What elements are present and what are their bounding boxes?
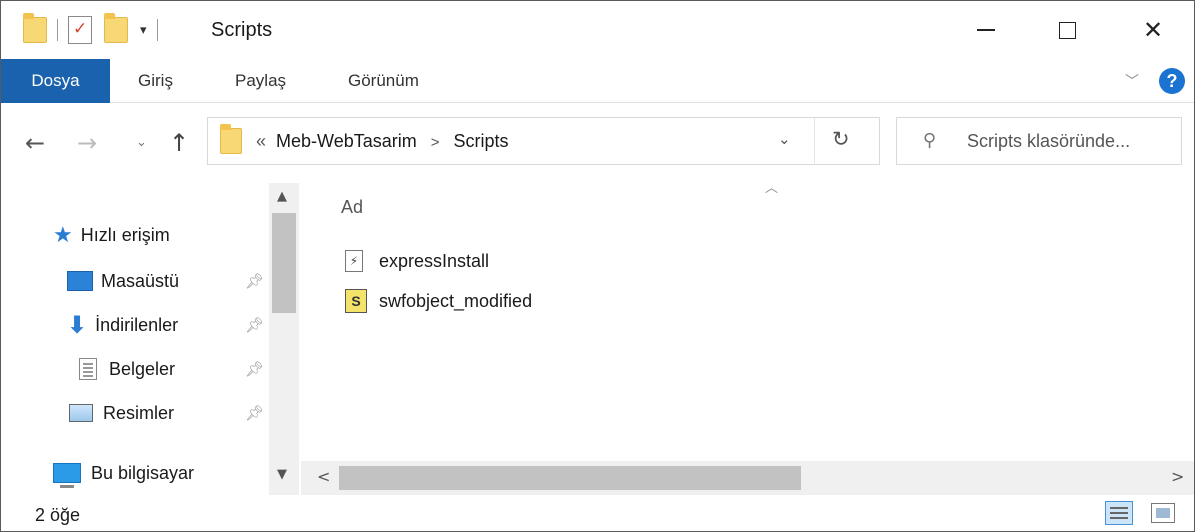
- expand-ribbon-icon[interactable]: ﹀: [1125, 71, 1139, 91]
- nav-item-label: Bu bilgisayar: [91, 462, 195, 483]
- address-dropdown-icon[interactable]: ⌄: [778, 130, 791, 148]
- pin-icon[interactable]: 📌︎: [245, 316, 264, 334]
- nav-item-label: Hızlı erişim: [80, 224, 170, 245]
- sort-ascending-icon: ︿: [765, 181, 779, 196]
- star-icon: ★: [53, 222, 73, 248]
- scrollbar-thumb[interactable]: [339, 466, 801, 490]
- pin-icon[interactable]: 📌︎: [245, 404, 264, 422]
- file-name: swfobject_modified: [379, 290, 533, 311]
- scroll-down-icon[interactable]: ▼: [277, 467, 287, 482]
- folder-icon[interactable]: [23, 13, 47, 43]
- nav-item-masaustu[interactable]: Masaüstü 📌︎: [67, 261, 267, 301]
- maximize-icon: [1058, 21, 1076, 39]
- forward-arrow-icon[interactable]: →: [77, 129, 97, 157]
- qat-separator: [156, 19, 158, 41]
- item-count: 2 öğe: [35, 505, 81, 525]
- column-header-name[interactable]: Ad: [341, 197, 363, 218]
- refresh-icon[interactable]: ↻: [832, 127, 850, 151]
- breadcrumb-item[interactable]: Scripts: [454, 131, 509, 151]
- documents-icon: [79, 358, 97, 380]
- tab-paylas[interactable]: Paylaş: [235, 59, 286, 103]
- file-name: expressInstall: [379, 250, 490, 271]
- js-file-icon: S: [345, 289, 367, 313]
- scroll-left-icon[interactable]: <: [317, 467, 330, 486]
- minimize-button[interactable]: [956, 1, 1016, 59]
- tab-giris[interactable]: Giriş: [138, 59, 173, 103]
- address-separator: [814, 118, 815, 164]
- new-folder-icon[interactable]: [104, 13, 128, 43]
- desktop-icon: [67, 271, 93, 291]
- qat-customize-icon[interactable]: ▾: [140, 23, 147, 38]
- status-bar: 2 öğe: [1, 495, 1194, 531]
- details-view-icon[interactable]: [1105, 501, 1133, 525]
- minimize-icon: [977, 29, 995, 31]
- navigation-bar: ← → ⌄ ↑ « Meb-WebTasarim > Scripts ⌄ ↻ ⚲ Sc…: [1, 103, 1194, 183]
- nav-item-label: Masaüstü: [101, 270, 180, 291]
- tab-dosya[interactable]: Dosya: [1, 59, 110, 103]
- search-icon: ⚲: [923, 130, 937, 151]
- help-icon[interactable]: ?: [1159, 68, 1185, 94]
- breadcrumb: « Meb-WebTasarim > Scripts: [256, 131, 509, 152]
- recent-locations-icon[interactable]: ⌄: [136, 135, 147, 150]
- nav-item-label: İndirilenler: [95, 314, 179, 335]
- quick-access-toolbar: ▾: [23, 13, 168, 47]
- downloads-icon: ⬇: [67, 311, 88, 339]
- nav-item-indirilenler[interactable]: ⬇ İndirilenler 📌︎: [67, 305, 267, 345]
- horizontal-scrollbar[interactable]: < >: [301, 461, 1194, 495]
- window-title: Scripts: [211, 19, 273, 41]
- pin-icon[interactable]: 📌︎: [245, 360, 264, 378]
- computer-icon: [53, 463, 81, 488]
- back-arrow-icon[interactable]: ←: [25, 129, 45, 157]
- navigation-pane: ★ Hızlı erişim Masaüstü 📌︎ ⬇ İndirilenle…: [1, 183, 301, 495]
- properties-icon[interactable]: [68, 16, 92, 44]
- breadcrumb-item[interactable]: Meb-WebTasarim: [276, 131, 417, 151]
- tab-gorunum[interactable]: Görünüm: [348, 59, 419, 103]
- explorer-window: ▾ Scripts ✕ Dosya Giriş Paylaş Görünüm ﹀…: [0, 0, 1195, 532]
- nav-item-this-pc[interactable]: Bu bilgisayar: [53, 453, 194, 493]
- search-box[interactable]: ⚲ Scripts klasöründe...: [896, 117, 1182, 165]
- maximize-button[interactable]: [1037, 1, 1097, 59]
- nav-item-resimler[interactable]: Resimler 📌︎: [69, 393, 267, 433]
- up-arrow-icon[interactable]: ↑: [169, 129, 189, 157]
- file-row[interactable]: S swfobject_modified: [345, 285, 532, 317]
- breadcrumb-separator-icon[interactable]: >: [431, 134, 440, 151]
- nav-item-belgeler[interactable]: Belgeler 📌︎: [79, 349, 267, 389]
- scroll-right-icon[interactable]: >: [1171, 467, 1184, 486]
- file-list: ︿ Ad ⚡︎ expressInstall S swfobject_modif…: [301, 181, 1194, 461]
- large-icons-view-icon[interactable]: [1151, 503, 1175, 523]
- search-input[interactable]: Scripts klasöründe...: [967, 131, 1130, 152]
- file-row[interactable]: ⚡︎ expressInstall: [345, 245, 489, 277]
- nav-item-quick-access[interactable]: ★ Hızlı erişim: [53, 215, 170, 255]
- qat-separator: [57, 19, 58, 41]
- swf-file-icon: ⚡︎: [345, 250, 363, 272]
- close-icon: ✕: [1142, 16, 1164, 44]
- title-bar: ▾ Scripts ✕: [1, 1, 1194, 59]
- close-button[interactable]: ✕: [1123, 1, 1183, 59]
- address-bar[interactable]: « Meb-WebTasarim > Scripts ⌄ ↻: [207, 117, 880, 165]
- pictures-icon: [69, 404, 93, 422]
- nav-item-label: Resimler: [103, 402, 175, 423]
- ribbon-tabs: Dosya Giriş Paylaş Görünüm ﹀ ?: [1, 59, 1194, 103]
- scroll-up-icon[interactable]: ▲: [277, 189, 287, 204]
- nav-pane-scrollbar[interactable]: ▲ ▼: [269, 183, 299, 495]
- scrollbar-thumb[interactable]: [272, 213, 296, 313]
- breadcrumb-overflow[interactable]: «: [256, 131, 266, 151]
- nav-item-label: Belgeler: [109, 358, 176, 379]
- folder-icon: [220, 124, 242, 154]
- pin-icon[interactable]: 📌︎: [245, 272, 264, 290]
